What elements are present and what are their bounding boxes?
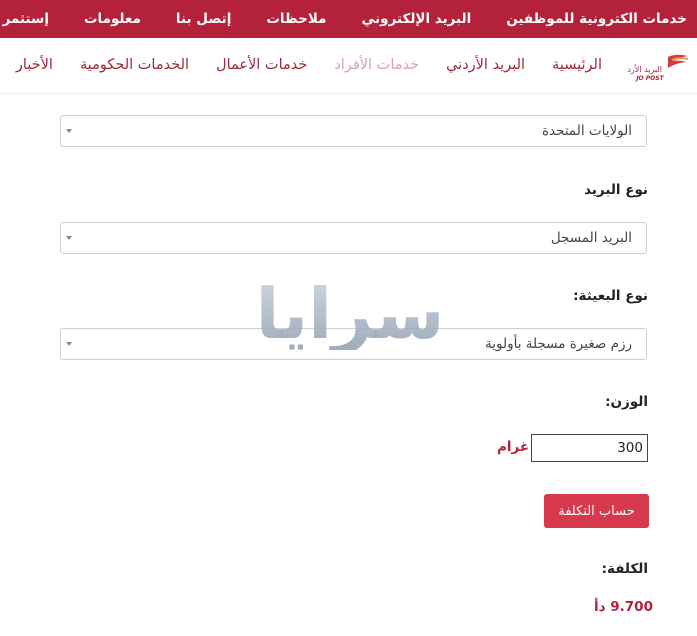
top-menu-feedback[interactable]: ملاحظات [266,0,326,38]
top-menu-email[interactable]: البريد الإلكتروني [361,0,471,38]
package-type-label: نوع البعيثة: [573,288,648,304]
main-nav-list: الرئيسية البريد الأردني خدمات الأفراد خد… [16,38,602,93]
nav-individual-services[interactable]: خدمات الأفراد [334,38,419,93]
nav-government-services[interactable]: الخدمات الحكومية [80,38,189,93]
cost-value: 9.700 دأ [594,599,653,615]
weight-label: الوزن: [605,394,648,410]
jo-post-logo[interactable]: البريد الأردني JO POST [628,51,690,85]
weight-unit: غرام [497,439,530,455]
top-menu-contact[interactable]: إتصل بنا [176,0,231,38]
country-select[interactable]: الولايات المتحدة [60,115,647,147]
mail-type-select-value: البريد المسجل [550,230,632,246]
mail-type-select[interactable]: البريد المسجل [60,222,647,254]
chevron-down-icon [66,129,72,133]
country-select-value: الولايات المتحدة [541,123,632,139]
cost-label: الكلفة: [601,561,648,577]
mail-type-label: نوع البريد [584,182,648,198]
top-menu-list: خدمات الكترونية للموظفين البريد الإلكترو… [0,0,687,38]
calculate-cost-button[interactable]: حساب التكلفة [544,494,649,528]
nav-jordan-post[interactable]: البريد الأردني [446,38,525,93]
top-menu-bar: خدمات الكترونية للموظفين البريد الإلكترو… [0,0,697,38]
package-type-select-value: رزم صغيرة مسجلة بأولوية [484,336,632,352]
main-navbar: الرئيسية البريد الأردني خدمات الأفراد خد… [0,38,697,94]
logo-arabic-text: البريد الأردني [628,64,662,74]
top-menu-invest[interactable]: إستثمر في الأردن [0,0,49,38]
package-type-select[interactable]: رزم صغيرة مسجلة بأولوية [60,328,647,360]
top-menu-info[interactable]: معلومات [84,0,141,38]
nav-business-services[interactable]: خدمات الأعمال [216,38,307,93]
logo-english-text: JO POST [635,75,664,82]
nav-home[interactable]: الرئيسية [552,38,602,93]
nav-news[interactable]: الأخبار [16,38,53,93]
top-menu-employee-services[interactable]: خدمات الكترونية للموظفين [506,0,687,38]
chevron-down-icon [66,342,72,346]
chevron-down-icon [66,236,72,240]
weight-input[interactable] [531,434,648,462]
